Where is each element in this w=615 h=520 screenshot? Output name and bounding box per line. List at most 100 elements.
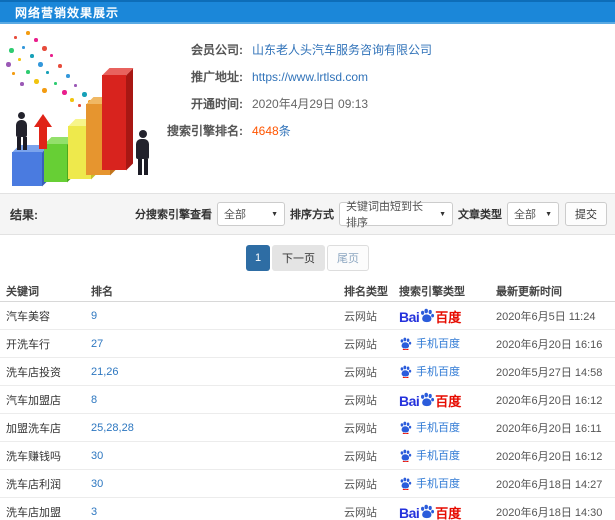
rank-type-cell: 云网站 [344,310,377,323]
confetti-dot [30,54,34,58]
pagination-current-page[interactable]: 1 [246,244,270,271]
updated-time-cell: 2020年6月5日 11:24 [496,310,596,323]
submit-button[interactable]: 提交 [565,202,607,226]
confetti-dot [22,46,25,49]
confetti-dot [12,72,15,75]
businessman-figure-left [16,112,27,150]
pagination-last-button[interactable]: 尾页 [327,244,369,271]
rank-cell[interactable]: 25,28,28 [91,422,344,434]
info-row-company: 会员公司: 山东老人头汽车服务咨询有限公司 [163,36,615,63]
engine-filter-select[interactable]: 全部 ▼ [217,202,285,226]
rank-type-cell: 云网站 [344,338,377,351]
col-header-updated: 最新更新时间 [496,285,562,298]
result-label: 结果: [10,207,38,222]
rank-cell[interactable]: 9 [91,310,344,322]
baidu-mobile-logo: 手机百度 [399,365,460,378]
table-row: 开洗车行 27 云网站 手机百度 2020年6月20日 16:16 [0,330,615,358]
confetti-dot [9,48,14,53]
updated-time-cell: 2020年6月18日 14:27 [496,478,603,491]
updated-time-cell: 2020年5月27日 14:58 [496,366,603,379]
confetti-dot [18,58,21,61]
chevron-down-icon: ▼ [271,210,278,218]
baidu-mobile-logo: 手机百度 [399,449,460,462]
table-row: 洗车店投资 21,26 云网站 手机百度 2020年5月27日 14:58 [0,358,615,386]
member-info-list: 会员公司: 山东老人头汽车服务咨询有限公司 推广地址: https://www.… [163,36,615,144]
illustration-bar-blue [12,152,42,186]
baidu-mobile-logo: 手机百度 [399,477,460,490]
page-title: 网络营销效果展示 [15,5,120,20]
rank-cell[interactable]: 3 [91,506,344,518]
rank-cell[interactable]: 8 [91,394,344,406]
confetti-dot [34,38,38,42]
table-row: 汽车加盟店 8 云网站 Bai 百度 2020年6月20日 16:12 [0,386,615,414]
confetti-dot [54,82,57,85]
confetti-dot [34,79,39,84]
rank-type-cell: 云网站 [344,478,377,491]
engine-type-cell: Bai 百度 [399,504,496,520]
info-row-engine-rank: 搜索引擎排名: 4648条 [163,117,615,144]
confetti-dot [42,88,47,93]
engine-type-cell: 手机百度 [399,365,496,378]
confetti-dot [42,46,47,51]
baidu-paw-icon [400,421,412,434]
rank-type-cell: 云网站 [344,506,377,519]
confetti-dot [74,84,77,87]
open-time-label: 开通时间: [191,97,243,111]
engine-rank-label: 搜索引擎排名: [167,124,243,138]
table-row: 洗车赚钱吗 30 云网站 手机百度 2020年6月20日 16:12 [0,442,615,470]
baidu-logo: Bai 百度 [399,308,462,325]
article-type-select[interactable]: 全部 ▼ [507,202,559,226]
baidu-paw-icon [400,449,412,462]
confetti-dot [6,62,11,67]
table-row: 洗车店利润 30 云网站 手机百度 2020年6月18日 14:27 [0,470,615,498]
app-header: 网络营销效果展示 [0,0,615,24]
keyword-cell: 汽车加盟店 [6,394,61,407]
updated-time-cell: 2020年6月20日 16:12 [496,450,603,463]
confetti-dot [14,36,17,39]
table-row: 汽车美容 9 云网站 Bai 百度 2020年6月5日 11:24 [0,302,615,330]
confetti-dot [38,62,43,67]
businessman-figure-right [136,130,149,175]
promo-url-label: 推广地址: [191,70,243,84]
baidu-paw-icon [421,504,435,518]
confetti-dot [82,92,87,97]
baidu-paw-icon [421,308,435,322]
company-label: 会员公司: [191,43,243,57]
rank-type-cell: 云网站 [344,366,377,379]
confetti-dot [66,74,70,78]
baidu-paw-icon [400,337,412,350]
engine-filter-label: 分搜索引擎查看 [135,209,212,221]
company-name-link[interactable]: 山东老人头汽车服务咨询有限公司 [252,41,432,58]
sort-label: 排序方式 [290,209,334,221]
pagination-next-button[interactable]: 下一页 [272,244,325,271]
illustration-bar-red [102,75,126,170]
updated-time-cell: 2020年6月20日 16:11 [496,422,602,435]
engine-filter-selected: 全部 [224,209,246,221]
keyword-cell: 洗车店投资 [6,366,61,379]
info-row-open-time: 开通时间: 2020年4月29日 09:13 [163,90,615,117]
rank-cell[interactable]: 30 [91,478,344,490]
engine-type-cell: 手机百度 [399,449,496,462]
rank-cell[interactable]: 27 [91,338,344,350]
rank-cell[interactable]: 21,26 [91,366,344,378]
promo-url-link[interactable]: https://www.lrtlsd.com [252,70,368,84]
engine-type-cell: 手机百度 [399,337,496,350]
baidu-mobile-logo: 手机百度 [399,421,460,434]
baidu-mobile-logo: 手机百度 [399,337,460,350]
col-header-engine-type: 搜索引擎类型 [399,285,465,298]
article-type-label: 文章类型 [458,209,502,221]
engine-type-cell: 手机百度 [399,477,496,490]
growth-arrow-icon [34,114,52,149]
sort-select[interactable]: 关键词由短到长排序 ▼ [339,201,453,229]
keyword-cell: 洗车店加盟 [6,506,61,519]
keyword-cell: 加盟洗车店 [6,422,61,435]
confetti-dot [20,82,24,86]
rank-cell[interactable]: 30 [91,450,344,462]
confetti-dot [70,98,74,102]
confetti-dot [50,54,53,57]
keyword-cell: 汽车美容 [6,310,50,323]
rank-type-cell: 云网站 [344,394,377,407]
baidu-paw-icon [400,477,412,490]
updated-time-cell: 2020年6月20日 16:12 [496,394,603,407]
engine-rank-unit: 条 [278,124,291,138]
